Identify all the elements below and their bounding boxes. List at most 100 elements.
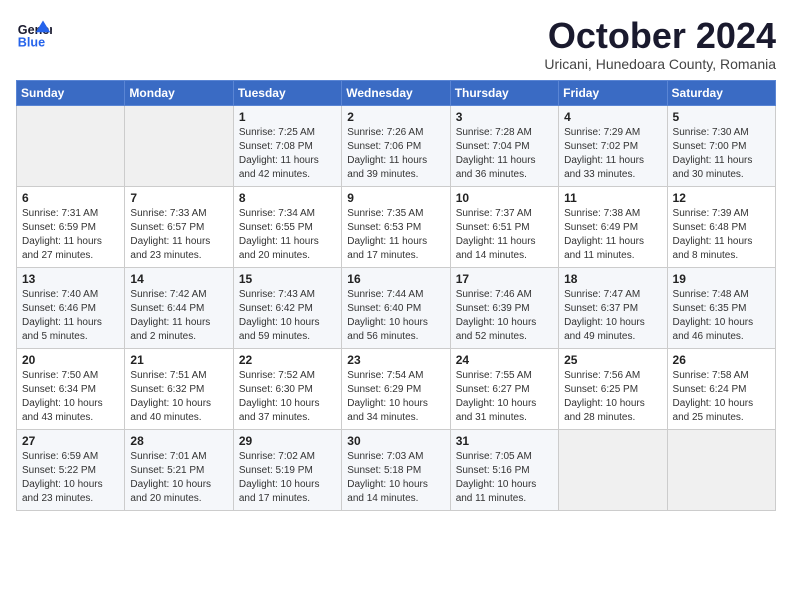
day-info: Sunrise: 6:59 AMSunset: 5:22 PMDaylight:…	[22, 450, 119, 506]
day-number: 6	[22, 191, 119, 205]
day-number: 31	[456, 434, 553, 448]
day-info: Sunrise: 7:47 AMSunset: 6:37 PMDaylight:…	[564, 288, 661, 344]
calendar-cell: 16 Sunrise: 7:44 AMSunset: 6:40 PMDayligh…	[342, 267, 450, 348]
month-title: October 2024	[544, 16, 776, 56]
calendar-cell: 14 Sunrise: 7:42 AMSunset: 6:44 PMDayligh…	[125, 267, 233, 348]
week-row-4: 20 Sunrise: 7:50 AMSunset: 6:34 PMDayligh…	[17, 348, 776, 429]
calendar-table: SundayMondayTuesdayWednesdayThursdayFrid…	[16, 80, 776, 511]
day-number: 27	[22, 434, 119, 448]
day-header-wednesday: Wednesday	[342, 80, 450, 105]
svg-text:Blue: Blue	[18, 36, 45, 50]
calendar-cell: 21Sunrise: 7:51 AMSunset: 6:32 PMDayligh…	[125, 348, 233, 429]
day-info: Sunrise: 7:56 AMSunset: 6:25 PMDaylight:…	[564, 369, 661, 425]
day-number: 11	[564, 191, 661, 205]
day-info: Sunrise: 7:48 AMSunset: 6:35 PMDaylight:…	[673, 288, 770, 344]
day-info: Sunrise: 7:25 AMSunset: 7:08 PMDaylight:…	[239, 126, 336, 182]
day-number: 12	[673, 191, 770, 205]
day-info: Sunrise: 7:26 AMSunset: 7:06 PMDaylight:…	[347, 126, 444, 182]
calendar-cell: 28Sunrise: 7:01 AMSunset: 5:21 PMDayligh…	[125, 429, 233, 510]
calendar-cell: 4 Sunrise: 7:29 AMSunset: 7:02 PMDaylight…	[559, 105, 667, 186]
day-number: 23	[347, 353, 444, 367]
day-info: Sunrise: 7:34 AMSunset: 6:55 PMDaylight:…	[239, 207, 336, 263]
day-number: 9	[347, 191, 444, 205]
day-number: 13	[22, 272, 119, 286]
day-number: 29	[239, 434, 336, 448]
day-info: Sunrise: 7:35 AMSunset: 6:53 PMDaylight:…	[347, 207, 444, 263]
day-info: Sunrise: 7:55 AMSunset: 6:27 PMDaylight:…	[456, 369, 553, 425]
calendar-cell	[125, 105, 233, 186]
day-number: 17	[456, 272, 553, 286]
day-info: Sunrise: 7:39 AMSunset: 6:48 PMDaylight:…	[673, 207, 770, 263]
day-info: Sunrise: 7:58 AMSunset: 6:24 PMDaylight:…	[673, 369, 770, 425]
day-info: Sunrise: 7:30 AMSunset: 7:00 PMDaylight:…	[673, 126, 770, 182]
calendar-cell: 17 Sunrise: 7:46 AMSunset: 6:39 PMDayligh…	[450, 267, 558, 348]
week-row-1: 1Sunrise: 7:25 AMSunset: 7:08 PMDaylight…	[17, 105, 776, 186]
day-number: 14	[130, 272, 227, 286]
calendar-cell: 26 Sunrise: 7:58 AMSunset: 6:24 PMDayligh…	[667, 348, 775, 429]
calendar-cell: 13 Sunrise: 7:40 AMSunset: 6:46 PMDayligh…	[17, 267, 125, 348]
day-header-sunday: Sunday	[17, 80, 125, 105]
day-number: 16	[347, 272, 444, 286]
calendar-cell: 10Sunrise: 7:37 AMSunset: 6:51 PMDayligh…	[450, 186, 558, 267]
day-number: 2	[347, 110, 444, 124]
title-block: October 2024 Uricani, Hunedoara County, …	[544, 16, 776, 72]
day-number: 24	[456, 353, 553, 367]
day-number: 25	[564, 353, 661, 367]
calendar-cell: 18Sunrise: 7:47 AMSunset: 6:37 PMDayligh…	[559, 267, 667, 348]
day-number: 5	[673, 110, 770, 124]
calendar-cell: 3 Sunrise: 7:28 AMSunset: 7:04 PMDaylight…	[450, 105, 558, 186]
calendar-cell: 23 Sunrise: 7:54 AMSunset: 6:29 PMDayligh…	[342, 348, 450, 429]
calendar-cell: 9 Sunrise: 7:35 AMSunset: 6:53 PMDaylight…	[342, 186, 450, 267]
day-header-friday: Friday	[559, 80, 667, 105]
header-row: SundayMondayTuesdayWednesdayThursdayFrid…	[17, 80, 776, 105]
logo-icon: General Blue	[16, 16, 52, 52]
day-info: Sunrise: 7:29 AMSunset: 7:02 PMDaylight:…	[564, 126, 661, 182]
location-subtitle: Uricani, Hunedoara County, Romania	[544, 56, 776, 72]
calendar-cell	[559, 429, 667, 510]
calendar-cell: 1Sunrise: 7:25 AMSunset: 7:08 PMDaylight…	[233, 105, 341, 186]
calendar-cell: 31 Sunrise: 7:05 AMSunset: 5:16 PMDayligh…	[450, 429, 558, 510]
calendar-cell: 20 Sunrise: 7:50 AMSunset: 6:34 PMDayligh…	[17, 348, 125, 429]
calendar-cell: 24 Sunrise: 7:55 AMSunset: 6:27 PMDayligh…	[450, 348, 558, 429]
calendar-cell	[667, 429, 775, 510]
day-number: 30	[347, 434, 444, 448]
calendar-cell: 6 Sunrise: 7:31 AMSunset: 6:59 PMDaylight…	[17, 186, 125, 267]
calendar-cell: 30Sunrise: 7:03 AMSunset: 5:18 PMDayligh…	[342, 429, 450, 510]
day-info: Sunrise: 7:52 AMSunset: 6:30 PMDaylight:…	[239, 369, 336, 425]
day-number: 22	[239, 353, 336, 367]
day-number: 21	[130, 353, 227, 367]
calendar-cell: 11 Sunrise: 7:38 AMSunset: 6:49 PMDayligh…	[559, 186, 667, 267]
logo: General Blue	[16, 16, 52, 52]
day-info: Sunrise: 7:44 AMSunset: 6:40 PMDaylight:…	[347, 288, 444, 344]
day-number: 15	[239, 272, 336, 286]
week-row-5: 27 Sunrise: 6:59 AMSunset: 5:22 PMDayligh…	[17, 429, 776, 510]
day-info: Sunrise: 7:01 AMSunset: 5:21 PMDaylight:…	[130, 450, 227, 506]
day-number: 10	[456, 191, 553, 205]
calendar-cell: 27 Sunrise: 6:59 AMSunset: 5:22 PMDayligh…	[17, 429, 125, 510]
day-number: 26	[673, 353, 770, 367]
page-header: General Blue October 2024 Uricani, Huned…	[16, 16, 776, 72]
day-number: 3	[456, 110, 553, 124]
day-header-thursday: Thursday	[450, 80, 558, 105]
day-info: Sunrise: 7:02 AMSunset: 5:19 PMDaylight:…	[239, 450, 336, 506]
day-info: Sunrise: 7:50 AMSunset: 6:34 PMDaylight:…	[22, 369, 119, 425]
day-info: Sunrise: 7:31 AMSunset: 6:59 PMDaylight:…	[22, 207, 119, 263]
calendar-cell: 19Sunrise: 7:48 AMSunset: 6:35 PMDayligh…	[667, 267, 775, 348]
day-info: Sunrise: 7:46 AMSunset: 6:39 PMDaylight:…	[456, 288, 553, 344]
day-info: Sunrise: 7:28 AMSunset: 7:04 PMDaylight:…	[456, 126, 553, 182]
day-info: Sunrise: 7:05 AMSunset: 5:16 PMDaylight:…	[456, 450, 553, 506]
day-info: Sunrise: 7:42 AMSunset: 6:44 PMDaylight:…	[130, 288, 227, 344]
day-number: 4	[564, 110, 661, 124]
calendar-cell: 29 Sunrise: 7:02 AMSunset: 5:19 PMDayligh…	[233, 429, 341, 510]
day-info: Sunrise: 7:54 AMSunset: 6:29 PMDaylight:…	[347, 369, 444, 425]
calendar-cell: 15 Sunrise: 7:43 AMSunset: 6:42 PMDayligh…	[233, 267, 341, 348]
calendar-cell: 22 Sunrise: 7:52 AMSunset: 6:30 PMDayligh…	[233, 348, 341, 429]
week-row-3: 13 Sunrise: 7:40 AMSunset: 6:46 PMDayligh…	[17, 267, 776, 348]
day-number: 20	[22, 353, 119, 367]
calendar-cell: 5 Sunrise: 7:30 AMSunset: 7:00 PMDaylight…	[667, 105, 775, 186]
calendar-cell: 25 Sunrise: 7:56 AMSunset: 6:25 PMDayligh…	[559, 348, 667, 429]
day-info: Sunrise: 7:43 AMSunset: 6:42 PMDaylight:…	[239, 288, 336, 344]
day-info: Sunrise: 7:38 AMSunset: 6:49 PMDaylight:…	[564, 207, 661, 263]
day-number: 7	[130, 191, 227, 205]
day-info: Sunrise: 7:40 AMSunset: 6:46 PMDaylight:…	[22, 288, 119, 344]
